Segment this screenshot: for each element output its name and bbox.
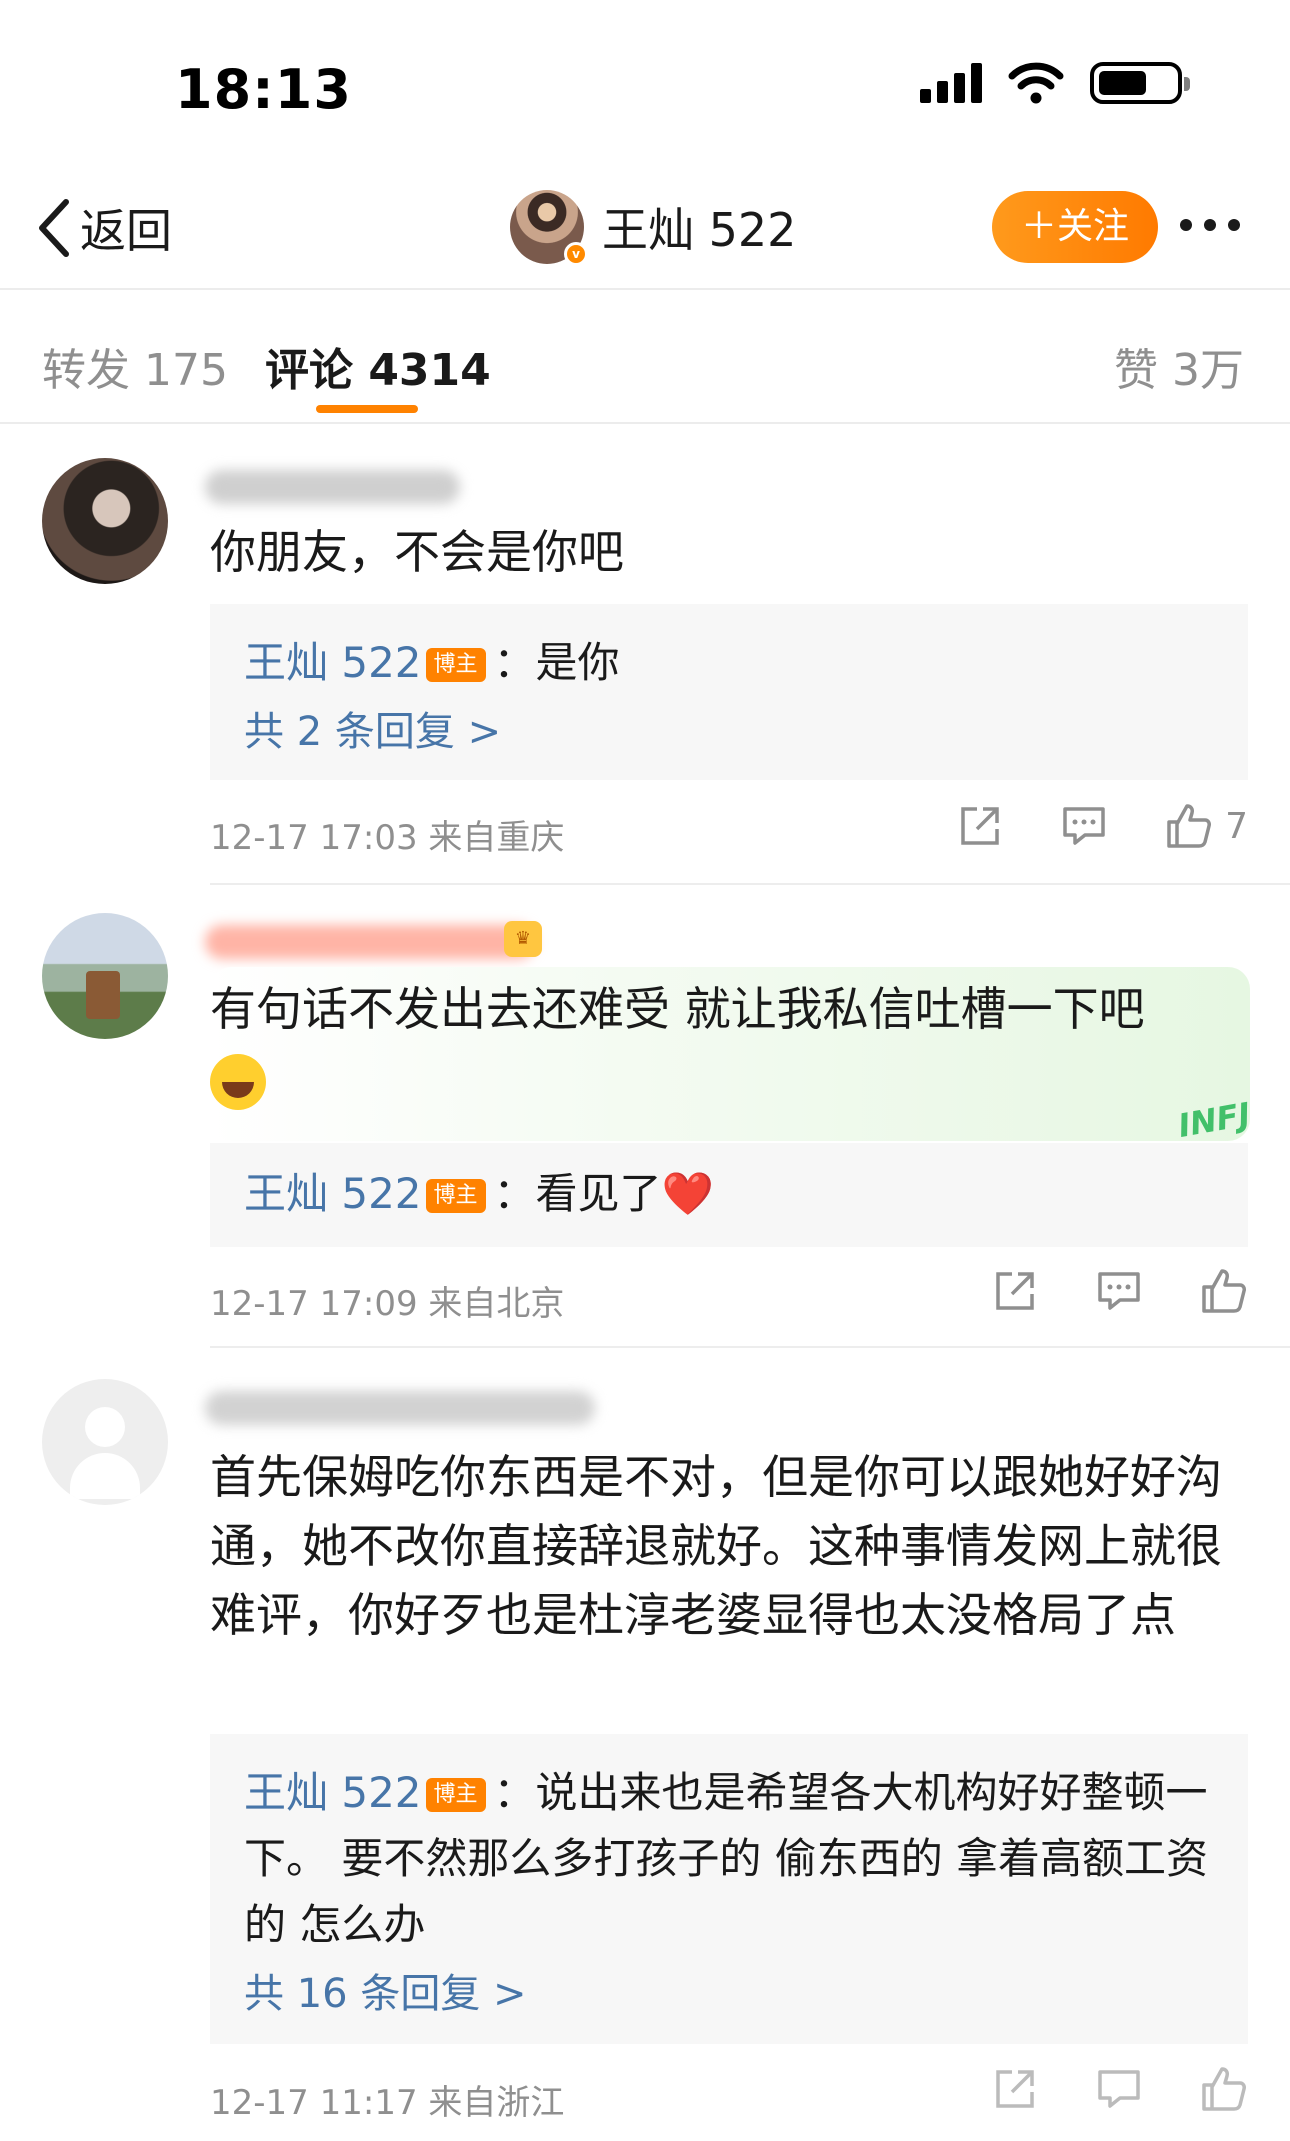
view-replies-link[interactable]: 共 2 条回复 > (244, 700, 1214, 764)
reply-box[interactable]: 王灿 522 博主 ：说出来也是希望各大机构好好整顿一下。 要不然那么多打孩子的 偷… (210, 1734, 1248, 2044)
follow-button[interactable]: ＋关注 (992, 191, 1158, 263)
share-button[interactable] (992, 2066, 1038, 2112)
chevron-left-icon (39, 199, 69, 257)
reply-line: 王灿 522 博主 ：说出来也是希望各大机构好好整顿一下。 要不然那么多打孩子的 偷… (244, 1760, 1214, 1958)
comment-item: 你朋友，不会是你吧 王灿 522 博主 ：是你 共 2 条回复 > 12-17 17… (0, 430, 1290, 885)
active-tab-indicator (316, 405, 418, 413)
comment-icon (1098, 1272, 1140, 1310)
avatar[interactable] (42, 913, 168, 1039)
username-blurred[interactable] (205, 1391, 595, 1425)
like-button[interactable]: 7 (1165, 802, 1248, 850)
battery-icon (1090, 62, 1190, 104)
reply-author[interactable]: 王灿 522 (244, 638, 422, 687)
avatar[interactable]: v (510, 190, 588, 266)
thumbs-up-icon (1202, 1269, 1246, 1313)
verified-badge-icon: v (564, 242, 588, 266)
tab-likes[interactable]: 赞 3万 (1114, 334, 1244, 398)
comment-meta: 12-17 17:03 来自重庆 (210, 818, 565, 858)
vip-badge-icon: ♛ (504, 921, 542, 957)
thumbs-up-icon (1167, 804, 1212, 848)
laughing-tears-emoji-icon (210, 1053, 266, 1110)
like-button[interactable] (1200, 1267, 1248, 1315)
back-button[interactable]: 返回 (34, 195, 172, 261)
nav-bar: 返回 v 王灿 522 ＋关注 (0, 175, 1290, 290)
comment-text: 首先保姆吃你东西是不对，但是你可以跟她好好沟通，她不改你直接辞退就好。这种事情发… (210, 1450, 1222, 1642)
username-blurred[interactable] (205, 470, 460, 504)
reply-box[interactable]: 王灿 522 博主 ：是你 共 2 条回复 > (210, 604, 1248, 780)
reply-button[interactable] (1096, 1268, 1142, 1314)
thumbs-up-icon (1202, 2067, 1246, 2111)
share-button[interactable] (992, 1268, 1038, 1314)
blogger-badge: 博主 (425, 1179, 486, 1213)
heart-emoji-icon: ❤️ (661, 1169, 714, 1218)
reply-line: 王灿 522 博主 ：是你 (244, 630, 1214, 696)
reply-author[interactable]: 王灿 522 (244, 1768, 422, 1817)
status-bar: 18:13 (0, 0, 1290, 170)
share-button[interactable] (957, 803, 1003, 849)
tab-comments[interactable]: 评论 4314 (265, 334, 491, 398)
divider (210, 1346, 1290, 1348)
comment-actions (992, 2065, 1248, 2113)
share-icon (961, 807, 999, 845)
tab-bar: 转发 175 评论 4314 赞 3万 (0, 292, 1290, 424)
avatar[interactable] (42, 458, 168, 584)
view-replies-link[interactable]: 共 16 条回复 > (244, 1962, 1214, 2026)
blogger-badge: 博主 (425, 1778, 486, 1812)
reply-text: ：看见了 (493, 1169, 662, 1218)
status-time: 18:13 (175, 58, 352, 121)
default-avatar-icon[interactable] (42, 1379, 168, 1505)
comment-item: 首先保姆吃你东西是不对，但是你可以跟她好好沟通，她不改你直接辞退就好。这种事情发… (0, 1349, 1290, 2141)
like-count: 7 (1225, 805, 1248, 847)
comment-text: 你朋友，不会是你吧 (210, 525, 624, 579)
comment-actions (992, 1267, 1248, 1315)
share-icon (996, 2070, 1034, 2108)
comment-meta: 12-17 17:09 来自北京 (210, 1284, 565, 1324)
reply-text: ：是你 (493, 638, 620, 687)
back-label: 返回 (80, 204, 172, 258)
comment-text-body: 有句话不发出去还难受 就让我私信吐槽一下吧 (210, 982, 1145, 1036)
reply-author[interactable]: 王灿 522 (244, 1169, 422, 1218)
cellular-signal-icon (920, 63, 982, 103)
comment-text: 有句话不发出去还难受 就让我私信吐槽一下吧 (210, 975, 1255, 1113)
reply-button[interactable] (1096, 2066, 1142, 2112)
more-options-icon[interactable] (1180, 205, 1250, 245)
reply-line: 王灿 522 博主 ：看见了❤️ (244, 1161, 1214, 1227)
blogger-badge: 博主 (425, 648, 486, 682)
tab-repost[interactable]: 转发 175 (42, 334, 228, 398)
comment-icon (1098, 2070, 1140, 2108)
like-button[interactable] (1200, 2065, 1248, 2113)
status-icons (920, 62, 1190, 104)
comment-meta: 12-17 11:17 来自浙江 (210, 2083, 565, 2123)
comment-item: ♛ INFJ 有句话不发出去还难受 就让我私信吐槽一下吧 王灿 522 博主 ：看见… (0, 887, 1290, 1348)
reply-button[interactable] (1061, 803, 1107, 849)
comment-actions: 7 (957, 802, 1248, 850)
username-blurred[interactable] (205, 925, 535, 959)
share-icon (996, 1272, 1034, 1310)
reply-box[interactable]: 王灿 522 博主 ：看见了❤️ (210, 1143, 1248, 1247)
wifi-icon (1008, 62, 1064, 104)
profile-header[interactable]: v 王灿 522 (510, 190, 797, 266)
page-title: 王灿 522 (602, 203, 797, 257)
divider (210, 883, 1290, 885)
comment-icon (1063, 807, 1105, 845)
